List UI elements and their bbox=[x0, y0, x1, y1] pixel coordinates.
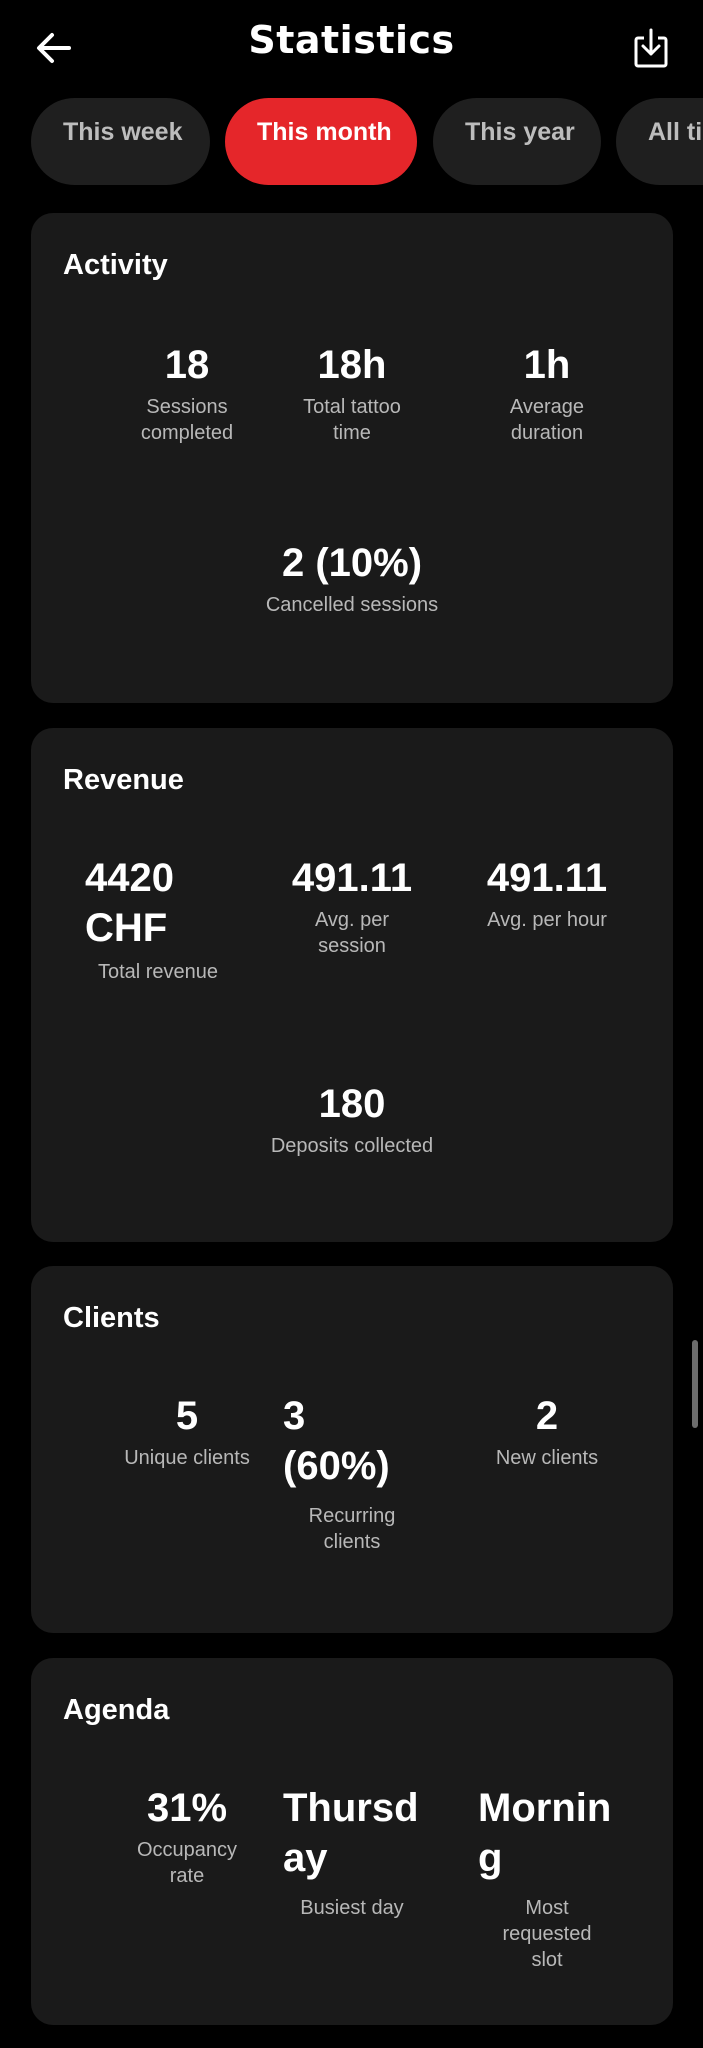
unique-clients-stat: 5 Unique clients bbox=[92, 1391, 282, 1471]
page-title: Statistics bbox=[248, 18, 455, 62]
total-revenue-stat: 4420 CHF Total revenue bbox=[63, 853, 253, 985]
period-tabs: This week This month This year All time bbox=[0, 98, 703, 186]
card-title: Revenue bbox=[63, 764, 184, 796]
stat-label: Total revenue bbox=[97, 961, 219, 983]
stat-value: Morning bbox=[478, 1786, 612, 1880]
cancelled-sessions-stat: 2 (10%) Cancelled sessions bbox=[227, 538, 477, 618]
app-header: Statistics bbox=[0, 0, 703, 95]
download-icon bbox=[634, 28, 668, 68]
recurring-clients-stat: 3 (60%) Recurring clients bbox=[257, 1391, 447, 1555]
stat-label: Most requested slot bbox=[502, 1897, 592, 1971]
stat-label: Cancelled sessions bbox=[265, 594, 439, 616]
deposits-collected-stat: 180 Deposits collected bbox=[227, 1079, 477, 1159]
avg-per-hour-stat: 491.11 Avg. per hour bbox=[452, 853, 642, 933]
tab-label: This year bbox=[465, 118, 575, 146]
new-clients-stat: 2 New clients bbox=[452, 1391, 642, 1471]
stat-value: 491.11 bbox=[291, 856, 413, 900]
tab-label: This month bbox=[257, 118, 392, 146]
revenue-card: Revenue 4420 CHF Total revenue 491.11 Av… bbox=[31, 728, 673, 1242]
stat-value: 4420 CHF bbox=[85, 856, 174, 950]
card-title: Activity bbox=[63, 249, 168, 281]
stat-label: Avg. per session bbox=[314, 909, 390, 957]
stat-label: Busiest day bbox=[300, 1897, 404, 1919]
stat-value: 491.11 bbox=[486, 856, 608, 900]
export-button[interactable] bbox=[627, 22, 675, 74]
stat-label: Sessions completed bbox=[140, 396, 234, 444]
stat-value: 1h bbox=[523, 343, 571, 387]
stat-value: 2 (10%) bbox=[281, 541, 423, 585]
stat-label: Occupancy rate bbox=[137, 1839, 238, 1887]
most-requested-slot-stat: Morning Most requested slot bbox=[452, 1783, 642, 1973]
stat-value: 18 bbox=[164, 343, 210, 387]
occupancy-rate-stat: 31% Occupancy rate bbox=[92, 1783, 282, 1889]
activity-card: Activity 18 Sessions completed 18h Total… bbox=[31, 213, 673, 703]
stat-value: 31% bbox=[146, 1786, 228, 1830]
scrollbar[interactable] bbox=[692, 1340, 698, 1428]
stat-label: Total tattoo time bbox=[303, 396, 401, 444]
stat-label: Unique clients bbox=[124, 1447, 250, 1469]
tab-this-year[interactable]: This year bbox=[433, 98, 601, 185]
avg-per-session-stat: 491.11 Avg. per session bbox=[257, 853, 447, 959]
tab-this-week[interactable]: This week bbox=[31, 98, 210, 185]
tab-all-time[interactable]: All time bbox=[616, 98, 703, 185]
clients-card: Clients 5 Unique clients 3 (60%) Recurri… bbox=[31, 1266, 673, 1633]
agenda-card: Agenda 31% Occupancy rate Thursday Busie… bbox=[31, 1658, 673, 2025]
stat-value: 180 bbox=[318, 1082, 386, 1126]
stat-label: Average duration bbox=[509, 396, 585, 444]
stat-label: Avg. per hour bbox=[487, 909, 607, 931]
card-title: Agenda bbox=[63, 1694, 170, 1726]
stat-label: Deposits collected bbox=[270, 1135, 434, 1157]
stat-value: 18h bbox=[317, 343, 387, 387]
stat-label: Recurring clients bbox=[308, 1505, 396, 1553]
sessions-completed-stat: 18 Sessions completed bbox=[92, 340, 282, 446]
total-time-stat: 18h Total tattoo time bbox=[257, 340, 447, 446]
stat-value: Thursday bbox=[283, 1786, 419, 1880]
stat-value: 3 (60%) bbox=[283, 1394, 390, 1488]
tab-this-month[interactable]: This month bbox=[225, 98, 417, 185]
busiest-day-stat: Thursday Busiest day bbox=[257, 1783, 447, 1921]
stat-label: New clients bbox=[495, 1447, 599, 1469]
stat-value: 2 bbox=[535, 1394, 559, 1438]
tab-label: This week bbox=[63, 118, 183, 146]
stat-value: 5 bbox=[175, 1394, 199, 1438]
tab-label: All time bbox=[648, 118, 703, 146]
average-duration-stat: 1h Average duration bbox=[452, 340, 642, 446]
card-title: Clients bbox=[63, 1302, 160, 1334]
